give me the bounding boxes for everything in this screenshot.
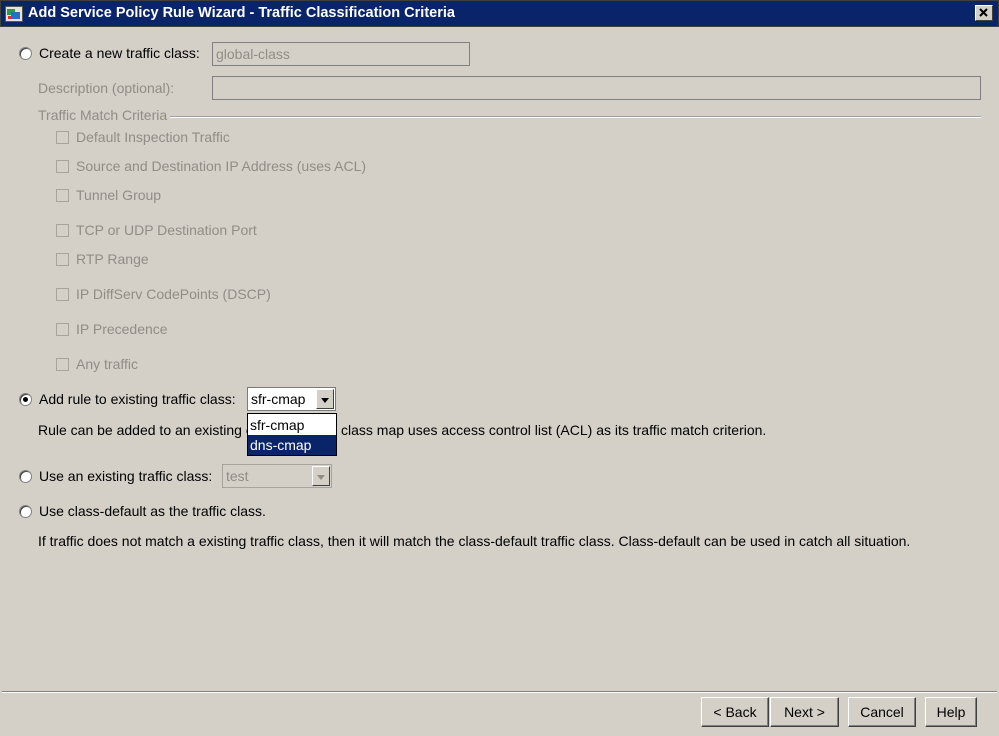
- back-button[interactable]: < Back: [701, 697, 769, 727]
- criteria-label-rtp: RTP Range: [76, 251, 149, 267]
- close-icon: [979, 8, 988, 17]
- dropdown-option-dns-cmap[interactable]: dns-cmap: [248, 435, 336, 455]
- criteria-label-port: TCP or UDP Destination Port: [76, 222, 257, 238]
- create-new-class-radio[interactable]: [19, 47, 32, 60]
- criteria-checkbox-dscp[interactable]: [56, 288, 69, 301]
- description-label: Description (optional):: [38, 80, 175, 96]
- asdm-app-icon: [5, 6, 23, 22]
- use-existing-dropdown-button[interactable]: [312, 466, 330, 486]
- criteria-checkbox-any-traffic[interactable]: [56, 358, 69, 371]
- help-button[interactable]: Help: [925, 697, 977, 727]
- footer-separator: [2, 691, 997, 693]
- chevron-down-icon: [321, 398, 329, 403]
- next-button[interactable]: Next >: [770, 697, 839, 727]
- window-title: Add Service Policy Rule Wizard - Traffic…: [28, 5, 455, 21]
- add-rule-label: Add rule to existing traffic class:: [39, 391, 236, 407]
- close-button[interactable]: [975, 5, 993, 21]
- criteria-checkbox-precedence[interactable]: [56, 323, 69, 336]
- traffic-match-criteria-heading: Traffic Match Criteria: [38, 107, 168, 123]
- add-rule-radio[interactable]: [19, 393, 32, 406]
- chevron-down-icon: [317, 475, 325, 480]
- criteria-checkbox-tunnel-group[interactable]: [56, 189, 69, 202]
- use-existing-label: Use an existing traffic class:: [39, 468, 213, 484]
- group-divider: [170, 116, 981, 118]
- cancel-button[interactable]: Cancel: [848, 697, 916, 727]
- criteria-label-any-traffic: Any traffic: [76, 356, 138, 372]
- add-rule-selected-value: sfr-cmap: [251, 391, 306, 407]
- criteria-label-default-inspection: Default Inspection Traffic: [76, 129, 230, 145]
- criteria-label-dscp: IP DiffServ CodePoints (DSCP): [76, 286, 271, 302]
- criteria-checkbox-port[interactable]: [56, 224, 69, 237]
- add-rule-note-part1: Rule can be added to an existing cl: [38, 422, 256, 438]
- class-default-radio[interactable]: [19, 505, 32, 518]
- add-rule-note-part2: class map uses access control list (ACL)…: [341, 422, 767, 438]
- add-rule-dropdown-list: sfr-cmap dns-cmap: [247, 413, 337, 456]
- create-new-class-label: Create a new traffic class:: [39, 45, 200, 61]
- radio-selected-dot: [23, 397, 28, 402]
- use-existing-class-select[interactable]: test: [222, 464, 332, 488]
- class-default-label: Use class-default as the traffic class.: [39, 503, 266, 519]
- dropdown-option-sfr-cmap[interactable]: sfr-cmap: [248, 415, 336, 435]
- class-default-note: If traffic does not match a existing tra…: [38, 533, 911, 549]
- add-rule-dropdown-button[interactable]: [316, 389, 334, 409]
- description-field[interactable]: [212, 76, 981, 100]
- title-bar: Add Service Policy Rule Wizard - Traffic…: [0, 0, 999, 27]
- criteria-checkbox-default-inspection[interactable]: [56, 131, 69, 144]
- new-class-name-field[interactable]: global-class: [212, 42, 470, 66]
- add-rule-class-select[interactable]: sfr-cmap: [247, 387, 336, 411]
- use-existing-radio[interactable]: [19, 470, 32, 483]
- criteria-label-precedence: IP Precedence: [76, 321, 168, 337]
- use-existing-selected-value: test: [226, 468, 249, 484]
- criteria-label-acl: Source and Destination IP Address (uses …: [76, 158, 367, 174]
- criteria-checkbox-rtp[interactable]: [56, 253, 69, 266]
- criteria-label-tunnel-group: Tunnel Group: [76, 187, 162, 203]
- criteria-checkbox-acl[interactable]: [56, 160, 69, 173]
